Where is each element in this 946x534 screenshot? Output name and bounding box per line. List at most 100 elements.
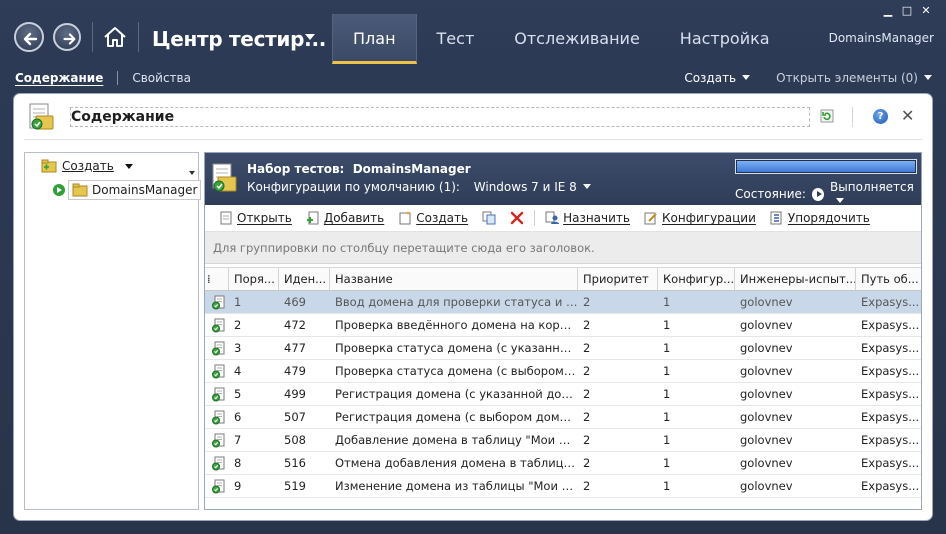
- chevron-down-icon: [836, 198, 845, 203]
- column-header-id[interactable]: Иден...: [279, 268, 330, 290]
- minimize-button[interactable]: ▁: [882, 5, 894, 17]
- tab-tracking[interactable]: Отслеживание: [494, 14, 660, 64]
- refresh-icon[interactable]: [820, 109, 834, 123]
- group-by-hint[interactable]: Для группировки по столбцу перетащите сю…: [205, 232, 921, 264]
- create-menu-label: Создать: [684, 71, 737, 85]
- test-case-icon: [212, 295, 225, 310]
- cell-order: 2: [234, 318, 242, 332]
- close-window-button[interactable]: ✕: [920, 5, 932, 17]
- forward-button[interactable]: [53, 23, 81, 51]
- cell-id: 469: [284, 295, 306, 309]
- tab-settings[interactable]: Настройка: [660, 14, 790, 64]
- open-items-menu[interactable]: Открыть элементы (0): [776, 71, 932, 85]
- chevron-down-icon[interactable]: [305, 34, 315, 40]
- progress-fill: [737, 161, 915, 172]
- cell-order: 1: [234, 295, 242, 309]
- cell-id: 477: [284, 341, 306, 355]
- table-row[interactable]: 4 479 Проверка статуса домена (с выбором…: [205, 360, 921, 383]
- collapse-arrow-icon[interactable]: [189, 171, 195, 175]
- open-label: Открыть: [237, 211, 292, 225]
- cell-id: 519: [284, 479, 306, 493]
- chevron-down-icon: [582, 184, 591, 189]
- row-icon-cell: [205, 475, 229, 497]
- subnav-properties[interactable]: Свойства: [132, 71, 191, 85]
- cell-testers: golovnev: [740, 387, 793, 401]
- column-header-order[interactable]: Поря...: [229, 268, 279, 290]
- tree-node-domainsmanager[interactable]: DomainsManager: [53, 180, 202, 200]
- app-title[interactable]: Центр тестир...: [152, 27, 326, 51]
- table-row[interactable]: 2 472 Проверка введённого домена на корр…: [205, 314, 921, 337]
- tree-node-box: DomainsManager: [68, 180, 202, 200]
- table-row[interactable]: 9 519 Изменение домена из таблицы "Мои д…: [205, 475, 921, 498]
- delete-button[interactable]: [510, 211, 524, 225]
- test-suite-icon: [212, 163, 237, 192]
- test-case-icon: [212, 341, 225, 356]
- cell-priority: 2: [583, 341, 591, 355]
- suite-progress-bar: [735, 159, 917, 174]
- column-header-path[interactable]: Путь об...: [856, 268, 921, 290]
- cell-priority: 2: [583, 364, 591, 378]
- cell-id: 479: [284, 364, 306, 378]
- tab-test[interactable]: Тест: [417, 14, 495, 64]
- cell-configurations: 1: [663, 387, 671, 401]
- column-header-priority[interactable]: Приоритет: [578, 268, 658, 290]
- table-row[interactable]: 8 516 Отмена добавления домена в таблицу…: [205, 452, 921, 475]
- configurations-button[interactable]: Конфигурации: [644, 211, 756, 225]
- panel-title[interactable]: Содержание: [70, 107, 810, 127]
- chevron-down-icon: [124, 163, 133, 169]
- help-icon[interactable]: ?: [873, 109, 888, 124]
- cell-configurations: 1: [663, 318, 671, 332]
- subnav-divider: [117, 71, 119, 85]
- configurations-label: Конфигурации: [662, 211, 756, 225]
- config-dropdown[interactable]: Windows 7 и IE 8: [474, 180, 591, 194]
- column-header-testers[interactable]: Инженеры-испыт...: [735, 268, 856, 290]
- home-icon: [104, 27, 126, 47]
- order-button[interactable]: Упорядочить: [770, 211, 870, 225]
- test-plan-icon: [29, 103, 54, 130]
- create-menu[interactable]: Создать: [684, 71, 751, 85]
- delete-icon: [510, 211, 524, 225]
- cell-order: 8: [234, 456, 242, 470]
- close-icon[interactable]: ✕: [901, 106, 914, 125]
- assign-tester-icon: [545, 211, 560, 224]
- cell-title: Регистрация домена (с выбором доменны...: [335, 410, 578, 424]
- table-row[interactable]: 1 469 Ввод домена для проверки статуса и…: [205, 291, 921, 314]
- state-dropdown[interactable]: Выполняется: [830, 180, 921, 208]
- configurations-icon: [644, 212, 657, 225]
- cell-path: Expasys...: [861, 387, 920, 401]
- copy-button[interactable]: [482, 211, 496, 225]
- assign-button[interactable]: Назначить: [545, 211, 630, 225]
- tree-create-button[interactable]: Создать: [41, 159, 133, 173]
- panel-header: Содержание ? ✕: [14, 94, 932, 139]
- cell-path: Expasys...: [861, 341, 920, 355]
- create-test-label: Создать: [416, 211, 469, 225]
- cell-configurations: 1: [663, 456, 671, 470]
- home-button[interactable]: [102, 24, 128, 50]
- new-suite-icon: [41, 159, 57, 173]
- sub-navigation-actions: Создать Открыть элементы (0): [684, 71, 932, 85]
- column-header-title[interactable]: Название: [330, 268, 578, 290]
- cell-title: Отмена добавления домена в таблицу "М...: [335, 456, 578, 470]
- back-button[interactable]: [14, 22, 44, 52]
- column-selector[interactable]: ⁞: [205, 268, 229, 290]
- add-button[interactable]: Добавить: [306, 211, 384, 225]
- suite-details: Набор тестов: DomainsManager Конфигураци…: [204, 152, 922, 510]
- cell-id: 472: [284, 318, 306, 332]
- grid-header: ⁞ Поря... Иден... Название Приоритет Кон…: [205, 267, 921, 291]
- table-row[interactable]: 7 508 Добавление домена в таблицу "Мои д…: [205, 429, 921, 452]
- column-header-configurations[interactable]: Конфигур...: [658, 268, 735, 290]
- maximize-button[interactable]: □: [901, 5, 913, 17]
- open-button[interactable]: Открыть: [219, 211, 292, 225]
- row-icon-cell: [205, 452, 229, 474]
- cell-title: Проверка статуса домена (с выбором дом..…: [335, 364, 578, 378]
- table-row[interactable]: 6 507 Регистрация домена (с выбором доме…: [205, 406, 921, 429]
- user-name[interactable]: DomainsManager: [829, 31, 934, 45]
- cell-testers: golovnev: [740, 410, 793, 424]
- table-row[interactable]: 3 477 Проверка статуса домена (с указанн…: [205, 337, 921, 360]
- table-row[interactable]: 5 499 Регистрация домена (с указанной до…: [205, 383, 921, 406]
- test-case-icon: [212, 387, 225, 402]
- create-test-button[interactable]: Создать: [398, 211, 468, 225]
- subnav-contents[interactable]: Содержание: [15, 71, 103, 85]
- tab-plan[interactable]: План: [332, 14, 417, 64]
- cell-order: 5: [234, 387, 242, 401]
